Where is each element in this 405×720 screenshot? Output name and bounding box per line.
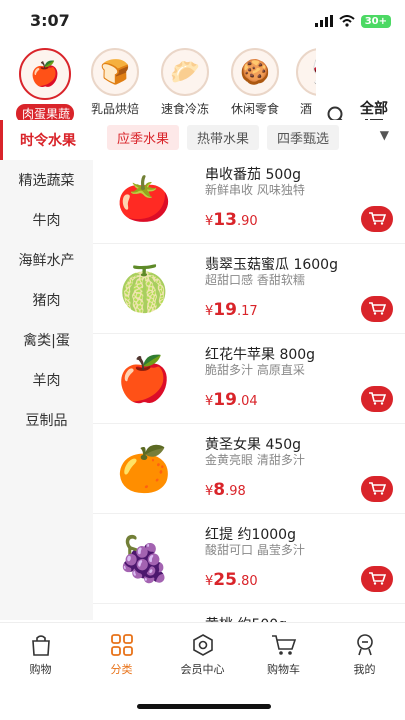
product-price: ¥8.98 [205,480,246,500]
product-price: ¥19.17 [205,300,258,320]
category-bar: 🍎 肉蛋果蔬 🍞 乳品烘焙 🥟 速食冷冻 🍪 休闲零食 🍷 酒 全部 [0,40,405,131]
product-card[interactable]: 🍇 红提 约1000g 酸甜可口 晶莹多汁 ¥25.80 [93,514,405,604]
left-nav-item-lamb[interactable]: 羊肉 [0,360,93,400]
all-label: 全部 [360,101,388,117]
profile-icon [330,631,400,659]
cart-icon [368,570,387,589]
cart-icon [368,390,387,409]
product-card[interactable]: 🍊 黄圣女果 450g 金黄亮眼 清甜多汁 ¥8.98 [93,424,405,514]
product-card[interactable]: 🍅 串收番茄 500g 新鲜串收 风味独特 ¥13.90 [93,154,405,244]
product-price: ¥19.04 [205,390,258,410]
product-image: 🍇 [116,534,172,585]
cart-icon [368,480,387,499]
left-nav-item-pork[interactable]: 猪肉 [0,280,93,320]
sub-tab-bar: 应季水果 热带水果 四季甄选 ▼ [93,120,405,154]
cart-icon [249,631,319,659]
dropdown-triangle-icon[interactable]: ▼ [380,128,389,142]
tab-label: 购物车 [267,663,300,676]
category-item-snacks[interactable]: 🍪 休闲零食 [226,48,284,123]
product-card[interactable]: 🍈 翡翠玉菇蜜瓜 1600g 超甜口感 香甜软糯 ¥19.17 [93,244,405,334]
left-nav-item-vegetables[interactable]: 精选蔬菜 [0,160,93,200]
product-desc: 脆甜多汁 高原直采 [205,363,305,377]
product-desc: 金黄亮眼 清甜多汁 [205,453,305,467]
bread-icon: 🍞 [91,48,139,96]
category-list: 🍎 肉蛋果蔬 🍞 乳品烘焙 🥟 速食冷冻 🍪 休闲零食 🍷 酒 [16,48,316,123]
dumpling-icon: 🥟 [161,48,209,96]
add-to-cart-button[interactable] [361,566,393,592]
cart-icon [368,300,387,319]
product-desc: 新鲜串收 风味独特 [205,183,305,197]
product-desc: 超甜口感 香甜软糯 [205,273,305,287]
category-item-dairy-bakery[interactable]: 🍞 乳品烘焙 [86,48,144,123]
product-card[interactable]: 🍎 红花牛苹果 800g 脆甜多汁 高原直采 ¥19.04 [93,334,405,424]
add-to-cart-button[interactable] [361,476,393,502]
product-image: 🍎 [116,354,172,405]
product-image: 🍅 [116,174,172,225]
snack-icon: 🍪 [231,48,279,96]
left-nav-item-poultry-egg[interactable]: 禽类|蛋 [0,320,93,360]
cart-icon [368,210,387,229]
product-desc: 酸甜可口 晶莹多汁 [205,543,305,557]
product-price: ¥13.90 [205,210,258,230]
product-image: 🍈 [116,264,172,315]
category-label: 速食冷冻 [160,102,209,116]
wifi-icon [339,12,355,31]
category-label: 乳品烘焙 [90,102,139,116]
tab-label: 会员中心 [180,663,225,676]
battery-badge: 30+ [360,15,391,28]
tab-profile[interactable]: 我的 [330,623,400,720]
product-list: 🍅 串收番茄 500g 新鲜串收 风味独特 ¥13.90 🍈 翡翠玉菇蜜瓜 16… [93,154,405,622]
status-icons: 30+ [314,12,391,31]
wine-icon: 🍷 [296,48,316,96]
home-indicator [137,704,271,709]
add-to-cart-button[interactable] [361,296,393,322]
add-to-cart-button[interactable] [361,206,393,232]
status-bar: 3:07 30+ [0,0,405,40]
left-nav-item-seasonal-fruit[interactable]: 时令水果 [0,120,93,160]
tab-label: 购物 [29,663,52,676]
status-time: 3:07 [30,11,70,30]
bag-icon [6,631,76,659]
product-card[interactable]: 🍑 黄桃 约500g [93,604,405,622]
left-category-nav: 时令水果 精选蔬菜 牛肉 海鲜水产 猪肉 禽类|蛋 羊肉 豆制品 [0,120,93,620]
category-item-frozen[interactable]: 🥟 速食冷冻 [156,48,214,123]
signal-icon [314,12,333,31]
add-to-cart-button[interactable] [361,386,393,412]
product-image: 🍊 [116,444,172,495]
category-item-meat-egg-produce[interactable]: 🍎 肉蛋果蔬 [16,48,74,123]
tab-shopping[interactable]: 购物 [6,623,76,720]
left-nav-item-beef[interactable]: 牛肉 [0,200,93,240]
sub-tab-tropical[interactable]: 热带水果 [187,124,260,150]
left-nav-item-seafood[interactable]: 海鲜水产 [0,240,93,280]
grid-icon [87,631,157,659]
tab-label: 我的 [353,663,376,676]
category-label: 酒 [299,102,312,116]
sub-tab-in-season[interactable]: 应季水果 [107,124,180,150]
produce-icon: 🍎 [19,48,71,100]
category-item-wine[interactable]: 🍷 酒 [296,48,316,123]
product-price: ¥25.80 [205,570,258,590]
tab-label: 分类 [110,663,133,676]
member-icon [168,631,238,659]
left-nav-item-soy[interactable]: 豆制品 [0,400,93,440]
category-label: 休闲零食 [230,102,279,116]
product-name: 黄桃 约500g [205,614,287,622]
sub-tab-four-season[interactable]: 四季甄选 [267,124,340,150]
